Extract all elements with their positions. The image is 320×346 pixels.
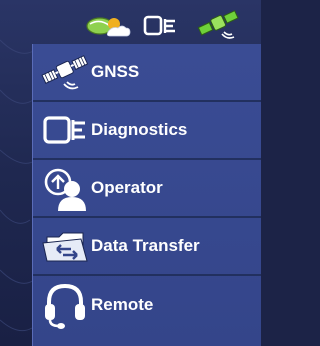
screen: GNSS Diagnostics Operator Data Transfer … [0, 0, 261, 346]
menu-item-diagnostics[interactable]: Diagnostics [33, 102, 261, 160]
diagnostics-icon[interactable] [143, 14, 179, 38]
satellite-icon [39, 46, 91, 98]
status-bar [0, 0, 261, 44]
operator-icon [39, 162, 91, 214]
menu-item-label: Data Transfer [91, 236, 200, 255]
satellite-signal-icon[interactable] [196, 8, 244, 42]
menu-item-remote[interactable]: Remote [33, 276, 261, 334]
menu-item-gnss[interactable]: GNSS [33, 44, 261, 102]
menu-item-label: GNSS [91, 62, 140, 81]
gps-weather-icon[interactable] [86, 12, 134, 38]
menu-item-operator[interactable]: Operator [33, 160, 261, 218]
menu-item-label: Operator [91, 178, 163, 197]
menu-item-data-transfer[interactable]: Data Transfer [33, 218, 261, 276]
menu-panel: GNSS Diagnostics Operator Data Transfer … [32, 44, 261, 346]
headset-icon [39, 279, 91, 331]
diagnostics-icon [39, 104, 91, 156]
menu-item-label: Remote [91, 295, 154, 314]
menu-item-label: Diagnostics [91, 120, 188, 139]
data-transfer-icon [39, 220, 91, 272]
